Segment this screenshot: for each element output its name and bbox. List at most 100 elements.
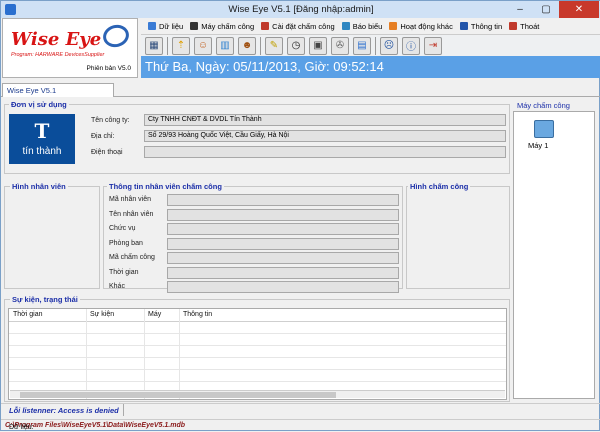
group-icon[interactable]: ☻ [238,36,256,55]
employee-field-label: Khác [109,283,125,290]
database-path: Dữ liệu: C:\Program Files\WiseEyeV5.1\Da… [5,422,185,431]
grid-col-line [86,309,87,399]
wrench-icon[interactable]: ✇ [331,36,349,55]
employee-field-label: Mã nhân viên [109,196,152,203]
menu-item-2[interactable]: Cài đặt chấm công [261,22,335,31]
menu-item-label: Thông tin [470,21,503,31]
terminal-icon[interactable]: ▦ [145,36,163,55]
grid-row-line [9,381,506,382]
employee-field-value [167,252,399,264]
employee-photo-panel [4,186,100,289]
devices-title: Máy chấm công [515,101,572,110]
menu-item-0[interactable]: Dữ liệu [148,22,183,31]
grid-row-line [9,333,506,334]
brand-tagline: Program: HARWARE DevicesSupplier [11,52,105,58]
datetime-bar: Thứ Ba, Ngày: 05/11/2013, Giờ: 09:52:14 [141,56,600,78]
menu-item-1[interactable]: Máy chấm công [190,22,254,31]
users-icon[interactable]: ☺ [194,36,212,55]
employee-field-value [167,194,399,206]
menu-icon [509,22,518,30]
company-label: Tên công ty: [91,117,130,124]
employee-field-label: Chức vụ [109,225,136,232]
employee-field-value [167,237,399,250]
menu-item-6[interactable]: Thoát [509,22,539,31]
employee-field-label: Tên nhân viên [109,210,154,218]
main-window: Wise Eye V5.1 [Đăng nhập:admin] – ▢ ✕ Wi… [0,0,600,431]
report-icon[interactable]: ▤ [353,36,371,55]
punch-photo-title: Hình chấm công [408,182,471,191]
calendar-icon[interactable]: ▣ [309,36,327,55]
toolbar: ▦ ⇡ ☺ ▥ ☻ ✎ ◷ ▣ ✇ ▤ ☹ ⓘ ⇥ [141,34,600,56]
company-logo: T tín thành [9,114,75,164]
menu-item-5[interactable]: Thông tin [459,21,503,31]
col-header-event[interactable]: Sự kiện [90,311,114,318]
menu-icon [389,22,398,30]
address-label: Địa chỉ: [91,133,115,140]
logo-eye-icon [100,22,132,50]
tab-strip: Wise Eye V5.1 [1,81,600,97]
punch-photo-panel [406,186,510,289]
chart-icon[interactable]: ▥ [216,36,234,55]
events-grid[interactable]: Thời gian Sự kiện Máy Thông tin [8,308,507,400]
employee-field-value [167,266,399,279]
col-header-time[interactable]: Thời gian [13,311,43,318]
menu-icon [190,22,199,30]
clock-icon[interactable]: ◷ [287,36,305,55]
col-header-device[interactable]: Máy [148,311,161,318]
menu-icon [261,22,270,30]
status-divider [123,404,124,416]
brand-logo: Wise Eye Program: HARWARE DevicesSupplie… [2,18,138,78]
device-list[interactable]: Máy 1 [513,111,595,399]
datetime-text: Thứ Ba, Ngày: 05/11/2013, Giờ: 09:52:14 [145,59,384,74]
minimize-button[interactable]: – [507,1,533,18]
toolbar-separator [167,36,168,55]
menu-item-label: Thoát [520,21,540,31]
grid-row-line [9,345,506,346]
menu-item-3[interactable]: Báo biểu [341,21,383,31]
user-settings-icon[interactable]: ☹ [380,36,398,55]
toolbar-separator [260,36,261,55]
info-icon[interactable]: ⓘ [402,36,420,55]
brand-name: Wise Eye [11,29,102,50]
employee-field-value [167,208,399,221]
address-field: Số 29/93 Hoàng Quốc Việt, Cầu Giấy, Hà N… [144,130,506,142]
org-panel-title: Đơn vị sử dụng [9,100,69,109]
menu-bar: Dữ liệu Máy chấm công Cài đặt chấm công Báo… [141,18,600,34]
maximize-button[interactable]: ▢ [533,1,559,18]
exit-icon[interactable]: ⇥ [424,36,442,55]
menu-item-label: Báo biểu [352,21,383,31]
company-logo-text: tín thành [22,146,62,157]
notepad-icon[interactable]: ✎ [265,36,283,55]
menu-item-label: Hoạt động khác [400,21,453,31]
employee-info-title: Thông tin nhân viên chấm công [107,182,224,191]
company-logo-mark: T [34,119,50,143]
tab-wise-eye[interactable]: Wise Eye V5.1 [2,83,114,97]
employee-field-value [167,223,399,235]
grid-col-line [179,309,180,399]
grid-col-line [144,309,145,399]
grid-header-line [9,321,506,322]
menu-item-4[interactable]: Hoạt động khác [389,22,453,31]
upload-icon[interactable]: ⇡ [172,36,190,55]
menu-icon [341,22,350,30]
employee-field-value [167,281,399,293]
computer-icon [534,120,554,138]
menu-item-label: Cài đặt chấm công [272,21,335,31]
employee-field-label: Mã chấm công [109,254,155,261]
employee-field-label: Thời gian [109,268,139,276]
database-path-bar: Dữ liệu: C:\Program Files\WiseEyeV5.1\Da… [1,419,600,432]
events-title: Sự kiện, trạng thái [10,295,80,304]
close-button[interactable]: ✕ [559,1,599,18]
scroll-thumb[interactable] [20,392,336,398]
menu-item-label: Dữ liệu [159,21,184,31]
path-label: Dữ liệu: [9,424,34,431]
col-header-info[interactable]: Thông tin [183,311,212,318]
grid-row-line [9,357,506,358]
menu-item-label: Máy chấm công [201,21,255,31]
version-label: Phiên bản V5.0 [86,65,131,72]
toolbar-separator [375,36,376,55]
menu-icon [459,22,468,30]
employee-field-label: Phòng ban [109,239,143,247]
horizontal-scrollbar[interactable] [10,390,505,398]
title-bar: Wise Eye V5.1 [Đăng nhập:admin] – ▢ ✕ [1,1,600,18]
